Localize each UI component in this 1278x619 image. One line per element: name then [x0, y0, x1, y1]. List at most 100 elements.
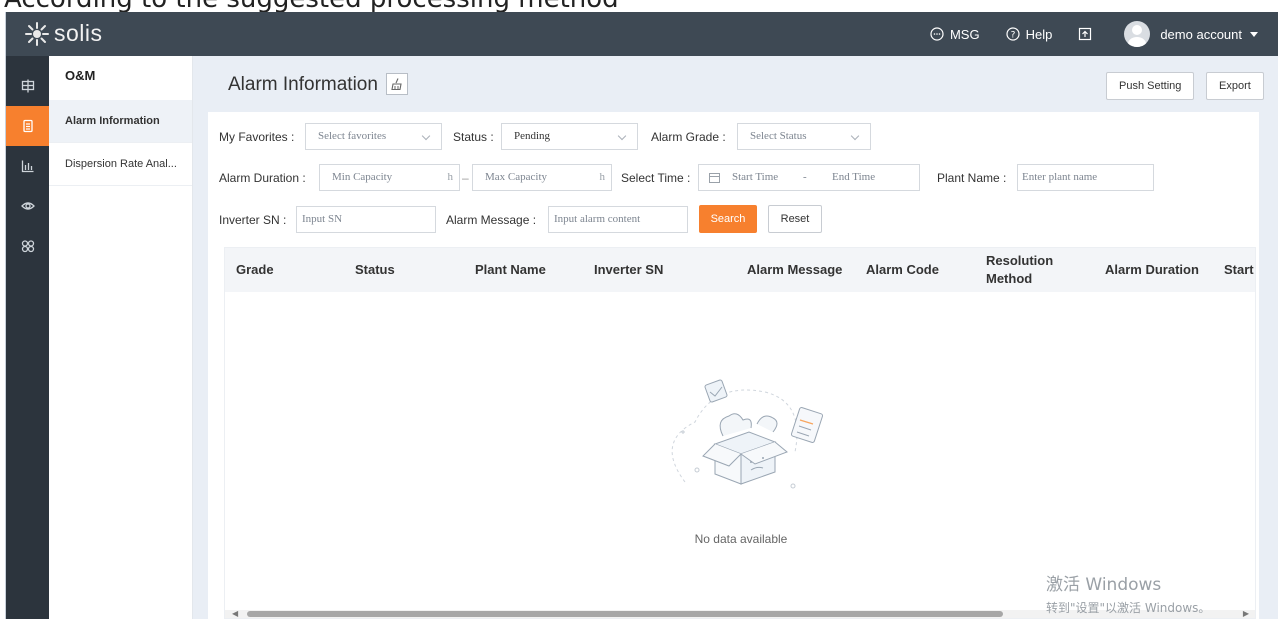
eye-icon	[20, 202, 35, 210]
message-icon	[930, 27, 944, 41]
svg-text:?: ?	[1010, 31, 1015, 41]
favorites-label: My Favorites :	[219, 130, 295, 144]
column-header-alarm-message[interactable]: Alarm Message	[747, 248, 842, 292]
empty-box-illustration	[671, 379, 824, 489]
favorites-placeholder: Select favorites	[318, 130, 387, 142]
document-icon	[22, 119, 33, 133]
start-time-placeholder: Start Time	[732, 171, 779, 183]
max-capacity-placeholder: Max Capacity	[485, 171, 548, 183]
empty-state: No data available	[225, 292, 1255, 612]
subnav-panel: O&M Alarm Information Dispersion Rate An…	[49, 56, 193, 619]
inverter-sn-input[interactable]: Input SN	[296, 206, 436, 233]
msg-label: MSG	[949, 26, 980, 42]
broom-icon	[391, 78, 402, 91]
grid-icon	[21, 79, 34, 93]
page-title: Alarm Information	[228, 74, 378, 95]
clear-brush-button[interactable]	[386, 73, 408, 95]
time-separator: -	[803, 171, 807, 183]
select-time-label: Select Time :	[621, 171, 691, 185]
account-menu[interactable]: demo account	[1124, 21, 1258, 47]
date-range-picker[interactable]: Start Time - End Time	[698, 164, 920, 191]
subnav-item-alarm-information[interactable]: Alarm Information	[49, 100, 192, 143]
logo-text: solis	[54, 20, 103, 46]
plant-name-label: Plant Name :	[937, 171, 1007, 185]
calendar-icon	[709, 173, 720, 183]
column-header-start[interactable]: Start	[1224, 248, 1254, 292]
help-button[interactable]: ? Help	[1005, 26, 1053, 42]
column-header-alarm-duration[interactable]: Alarm Duration	[1105, 248, 1199, 292]
logo[interactable]: solis	[24, 20, 103, 47]
alarm-duration-label: Alarm Duration :	[219, 171, 306, 185]
scroll-left-icon[interactable]: ◀	[232, 610, 238, 618]
inverter-sn-label: Inverter SN :	[219, 213, 287, 227]
subnav-title: O&M	[65, 68, 96, 83]
table-header: Grade Status Plant Name Inverter SN Alar…	[225, 248, 1255, 292]
caption-text: According to the suggested processing me…	[4, 0, 619, 12]
inverter-sn-placeholder: Input SN	[302, 213, 343, 225]
alarm-message-placeholder: Input alarm content	[554, 213, 641, 225]
caret-down-icon	[1250, 31, 1258, 37]
page-header: Alarm Information Push Setting Export	[193, 56, 1278, 112]
search-button[interactable]: Search	[699, 205, 757, 233]
alarm-message-label: Alarm Message :	[446, 213, 537, 227]
plant-name-input[interactable]: Enter plant name	[1017, 164, 1154, 191]
hour-unit: h	[599, 171, 606, 183]
end-time-placeholder: End Time	[832, 171, 876, 183]
help-label: Help	[1025, 26, 1053, 42]
chart-icon	[21, 160, 33, 173]
chevron-down-icon	[617, 131, 627, 141]
plant-name-placeholder: Enter plant name	[1022, 171, 1098, 183]
column-header-inverter-sn[interactable]: Inverter SN	[594, 248, 663, 292]
sun-logo-icon	[25, 21, 49, 46]
column-header-grade[interactable]: Grade	[236, 248, 274, 292]
apps-icon	[21, 240, 34, 253]
status-select[interactable]: Pending	[501, 123, 638, 150]
min-capacity-placeholder: Min Capacity	[332, 171, 393, 183]
sidebar-item-om[interactable]	[6, 106, 49, 146]
content-panel: My Favorites : Select favorites Status :…	[208, 112, 1259, 619]
min-capacity-input[interactable]: Min Capacity h	[319, 164, 460, 191]
upload-icon	[1079, 27, 1092, 41]
column-header-status[interactable]: Status	[355, 248, 395, 292]
watermark-line-2: 转到"设置"以激活 Windows。	[1046, 601, 1211, 615]
upload-button[interactable]	[1078, 27, 1098, 41]
account-label: demo account	[1160, 26, 1242, 42]
sidebar-item-plants[interactable]	[6, 66, 49, 106]
alarm-grade-label: Alarm Grade :	[651, 130, 726, 144]
subnav-item-dispersion-rate[interactable]: Dispersion Rate Anal...	[49, 143, 192, 186]
windows-activation-watermark: 激活 Windows 转到"设置"以激活 Windows。	[1046, 570, 1210, 616]
column-header-plant-name[interactable]: Plant Name	[475, 248, 546, 292]
push-setting-button[interactable]: Push Setting	[1106, 72, 1195, 100]
scrollbar-thumb[interactable]	[247, 611, 1003, 617]
status-value: Pending	[514, 130, 551, 142]
column-header-resolution-method[interactable]: Resolution Method	[986, 248, 1076, 292]
reset-button[interactable]: Reset	[768, 205, 822, 233]
topbar-actions: MSG ? Help demo account	[904, 12, 1258, 56]
empty-state-text: No data available	[694, 532, 788, 546]
hour-unit: h	[447, 171, 454, 183]
avatar	[1124, 21, 1151, 47]
favorites-select[interactable]: Select favorites	[305, 123, 442, 150]
chevron-down-icon	[421, 131, 431, 141]
sidebar-item-monitor[interactable]	[6, 186, 49, 226]
chevron-down-icon	[850, 131, 860, 141]
alarm-grade-placeholder: Select Status	[750, 130, 807, 142]
caption-text-strip: According to the suggested processing me…	[0, 0, 1278, 12]
watermark-line-1: 激活 Windows	[1046, 575, 1162, 595]
max-capacity-input[interactable]: Max Capacity h	[472, 164, 612, 191]
export-button[interactable]: Export	[1206, 72, 1264, 100]
alarm-grade-select[interactable]: Select Status	[737, 123, 871, 150]
status-label: Status :	[453, 130, 494, 144]
app-window: solis MSG ? Help demo account O&M Alarm …	[5, 12, 1278, 619]
sidebar-item-reports[interactable]	[6, 146, 49, 186]
msg-button[interactable]: MSG	[930, 27, 980, 42]
alarm-table: Grade Status Plant Name Inverter SN Alar…	[224, 247, 1256, 619]
top-bar: solis MSG ? Help demo account	[6, 12, 1278, 56]
icon-sidebar	[6, 56, 49, 619]
scroll-right-icon[interactable]: ▶	[1243, 610, 1249, 618]
help-icon: ?	[1005, 27, 1020, 41]
column-header-alarm-code[interactable]: Alarm Code	[866, 248, 939, 292]
range-separator: –	[462, 171, 469, 185]
sidebar-item-apps[interactable]	[6, 226, 49, 266]
alarm-message-input[interactable]: Input alarm content	[548, 206, 688, 233]
